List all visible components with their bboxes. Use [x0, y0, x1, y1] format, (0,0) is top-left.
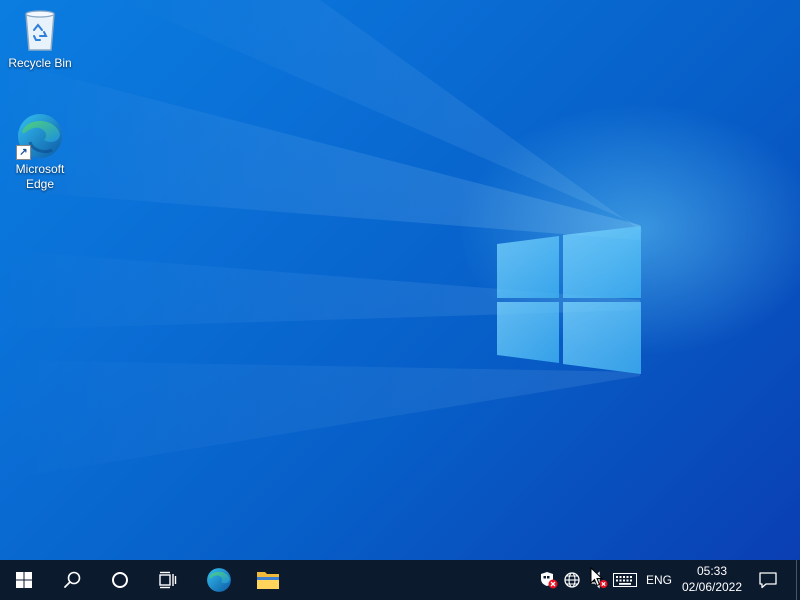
- search-button[interactable]: [48, 560, 96, 600]
- action-center-button[interactable]: [752, 560, 784, 600]
- windows-logo-icon: [16, 572, 32, 588]
- edge-taskbar-button[interactable]: [195, 560, 243, 600]
- mouse-cursor-icon: [590, 567, 604, 587]
- touch-keyboard-icon: [613, 573, 637, 587]
- action-center-icon: [759, 572, 777, 589]
- shield-alert-icon: [541, 572, 558, 589]
- cortana-circle-icon: [112, 572, 128, 588]
- task-view-button[interactable]: [144, 560, 192, 600]
- show-desktop-button[interactable]: [796, 560, 800, 600]
- edge-label-line2: Edge: [25, 177, 55, 191]
- desktop[interactable]: Recycle Bin ↗ Microsoft Edge: [0, 0, 800, 560]
- file-explorer-taskbar-button[interactable]: [244, 560, 292, 600]
- taskbar: ENG 05:33 02/06/2022: [0, 560, 800, 600]
- task-view-icon: [159, 571, 177, 589]
- edge-icon: [207, 568, 231, 592]
- logo-pane-top-left: [497, 236, 559, 298]
- logo-pane-bottom-left: [497, 302, 559, 363]
- network-tray-button[interactable]: [562, 560, 584, 600]
- search-icon: [64, 571, 81, 588]
- edge-label-line1: Microsoft: [15, 162, 65, 176]
- wallpaper: [0, 0, 642, 480]
- cortana-button[interactable]: [96, 560, 144, 600]
- security-tray-button[interactable]: [538, 560, 560, 600]
- clock[interactable]: 05:33 02/06/2022: [680, 563, 744, 595]
- logo-pane-bottom-right: [563, 302, 641, 374]
- recycle-bin-icon: [16, 6, 64, 54]
- globe-no-internet-icon: [564, 572, 580, 588]
- edge-icon: ↗: [16, 112, 64, 160]
- clock-date: 02/06/2022: [681, 580, 743, 594]
- shortcut-arrow-icon: ↗: [16, 145, 31, 160]
- folder-icon: [257, 572, 279, 589]
- edge-shortcut[interactable]: ↗ Microsoft Edge: [2, 112, 78, 192]
- touch-keyboard-button[interactable]: [612, 560, 638, 600]
- clock-time: 05:33: [696, 564, 728, 578]
- language-label: ENG: [645, 573, 672, 587]
- recycle-bin-label: Recycle Bin: [8, 56, 72, 70]
- start-button[interactable]: [0, 560, 48, 600]
- recycle-bin-shortcut[interactable]: Recycle Bin: [2, 6, 78, 71]
- light-beam: [0, 60, 640, 240]
- logo-pane-top-right: [563, 226, 641, 298]
- light-beam: [0, 360, 640, 480]
- input-language-indicator[interactable]: ENG: [642, 560, 676, 600]
